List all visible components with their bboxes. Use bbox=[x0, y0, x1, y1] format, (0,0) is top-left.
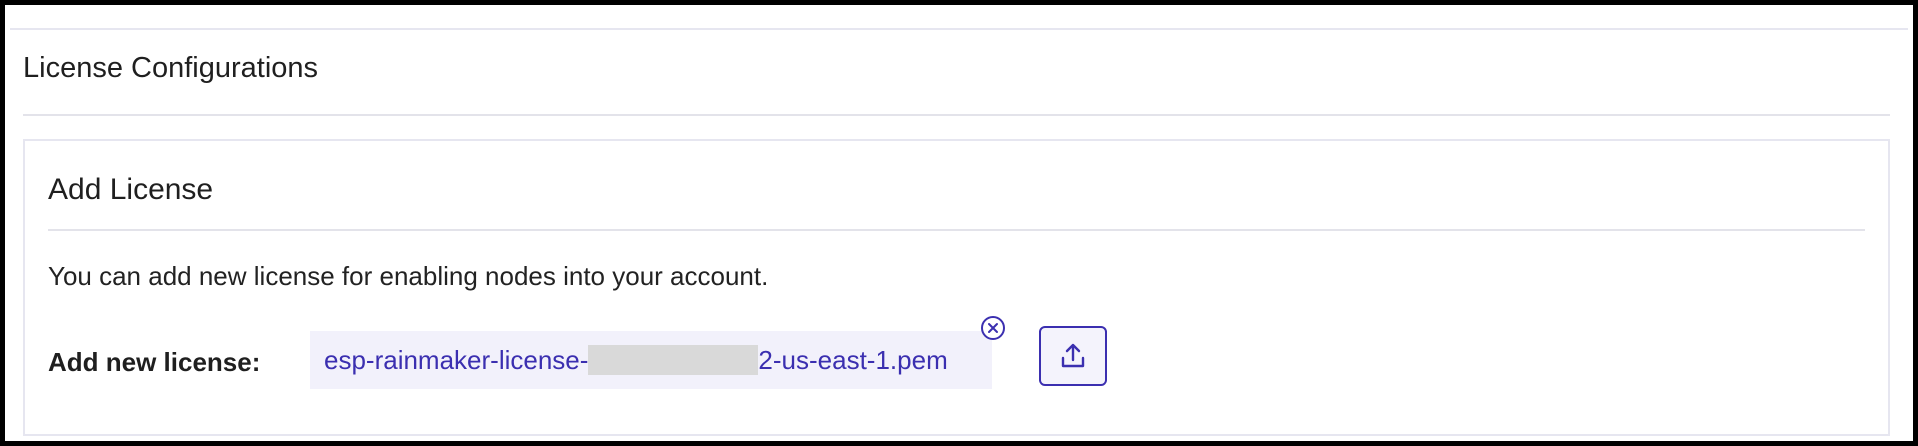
top-strip bbox=[10, 10, 1908, 30]
remove-file-button[interactable] bbox=[981, 316, 1005, 340]
add-license-divider bbox=[48, 229, 1865, 231]
file-name-suffix: 2-us-east-1.pem bbox=[758, 344, 948, 375]
upload-icon bbox=[1061, 343, 1085, 368]
title-divider bbox=[23, 114, 1890, 116]
upload-license-button[interactable] bbox=[1039, 326, 1107, 386]
file-name-prefix: esp-rainmaker-license- bbox=[324, 344, 589, 375]
add-license-description: You can add new license for enabling nod… bbox=[48, 261, 769, 291]
add-new-license-label: Add new license: bbox=[48, 347, 261, 377]
window-frame: License Configurations Add License You c… bbox=[0, 0, 1918, 446]
close-circle-icon bbox=[988, 323, 998, 333]
add-license-panel: Add License You can add new license for … bbox=[23, 139, 1890, 436]
add-license-title: Add License bbox=[48, 173, 214, 206]
selected-license-file: esp-rainmaker-license- 2-us-east-1.pem bbox=[310, 331, 992, 389]
page-title: License Configurations bbox=[23, 52, 319, 84]
license-configurations-card: License Configurations Add License You c… bbox=[10, 30, 1908, 436]
redacted-region bbox=[588, 345, 759, 375]
